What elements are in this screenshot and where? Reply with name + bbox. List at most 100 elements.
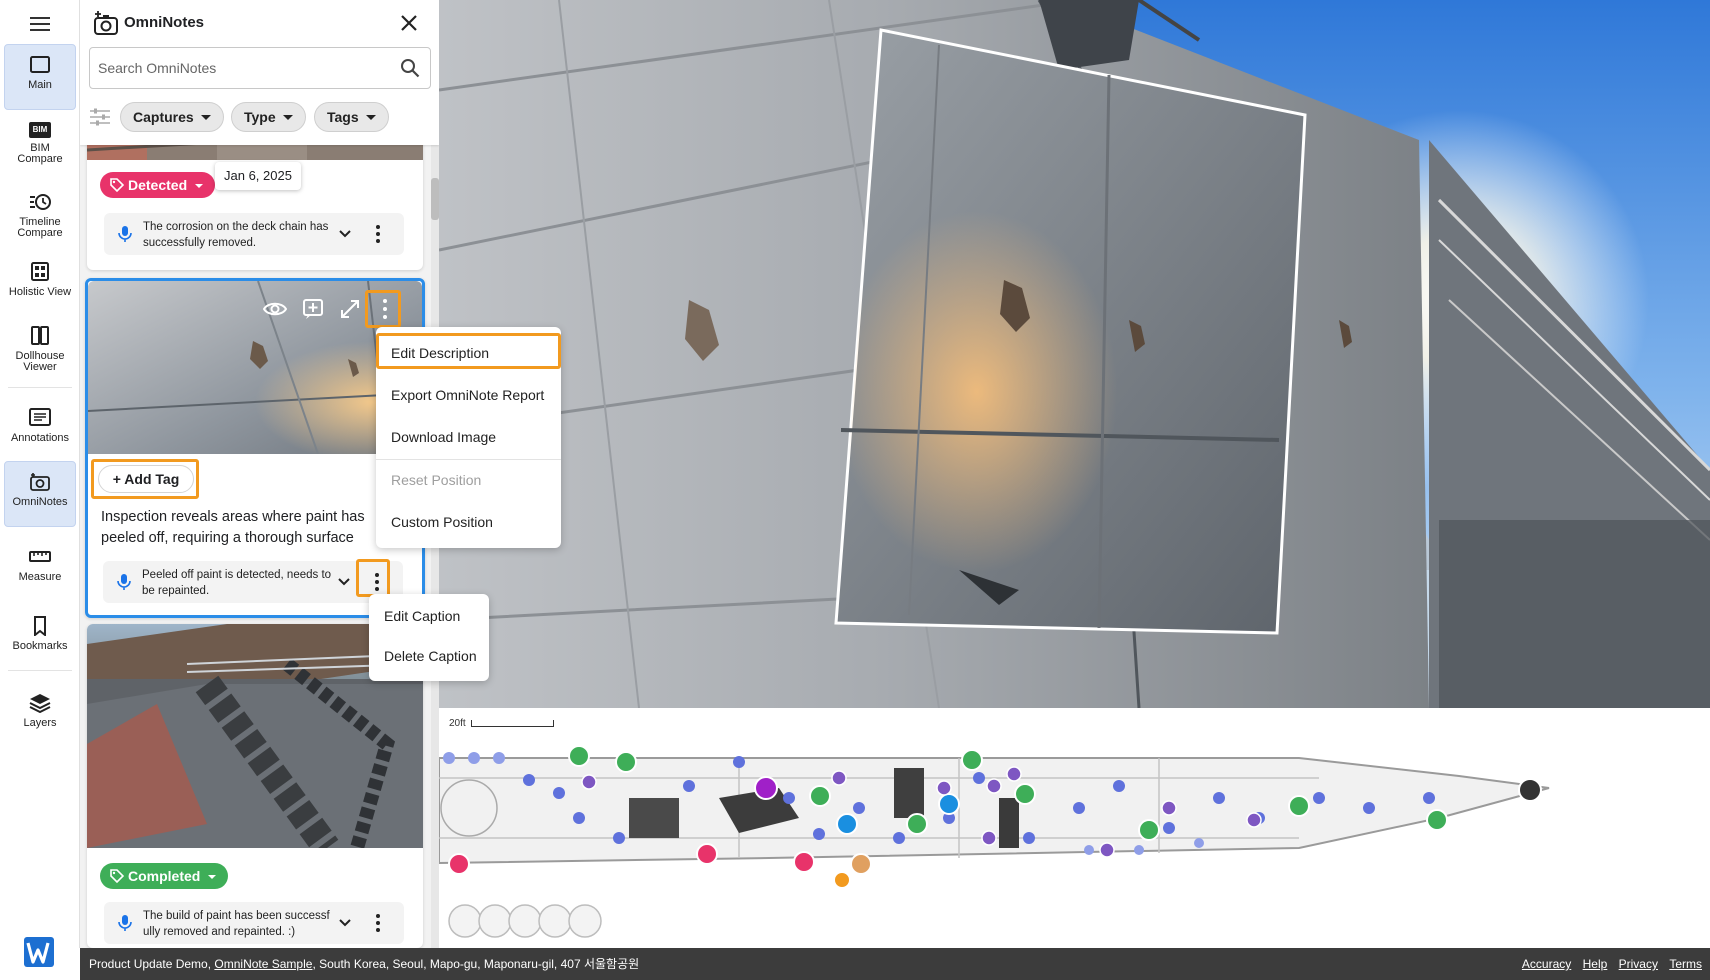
tag-pill-completed[interactable]: Completed: [100, 863, 229, 889]
nav-bookmarks[interactable]: Bookmarks: [4, 606, 76, 660]
menu-item-reset-position: Reset Position: [391, 472, 482, 488]
caret-down-icon: [195, 184, 204, 188]
tag-icon: [110, 869, 124, 883]
filter-chip-captures[interactable]: Captures: [120, 102, 224, 132]
add-note-icon[interactable]: [302, 298, 324, 320]
panorama-image[interactable]: [439, 0, 1710, 708]
tag-pill-detected[interactable]: Detected: [100, 172, 216, 198]
nav-annotations[interactable]: Annotations: [4, 398, 76, 452]
nav-holistic-view[interactable]: Holistic View: [4, 252, 76, 306]
caption-more-button[interactable]: [366, 222, 390, 246]
footer-link-privacy[interactable]: Privacy: [1619, 957, 1658, 971]
nav-layers-label: Layers: [23, 717, 57, 729]
highlight-box: [91, 459, 199, 499]
caret-down-icon: [365, 115, 376, 120]
search-input[interactable]: [98, 48, 388, 88]
filter-sliders-icon[interactable]: [89, 107, 111, 127]
left-nav-rail: Main BIM BIM Compare Timeline Compare Ho…: [0, 0, 80, 948]
highlight-box: [376, 333, 561, 369]
caption-text: The build of paint has been successfully…: [143, 910, 330, 938]
search-icon[interactable]: [400, 58, 420, 78]
nav-measure-label: Measure: [18, 571, 62, 583]
menu-divider: [376, 459, 561, 460]
search-box: [89, 47, 431, 89]
nav-dollhouse-viewer-label: Dollhouse Viewer: [15, 350, 65, 373]
caret-down-icon: [282, 115, 293, 120]
nav-timeline-compare-label: Timeline Compare: [17, 216, 63, 239]
card-description: Inspection reveals areas where paint has…: [101, 507, 371, 551]
omninotes-icon: [30, 473, 50, 491]
nav-bim-compare-label: BIM Compare: [17, 142, 63, 165]
nav-bim-compare[interactable]: BIM BIM Compare: [4, 112, 76, 172]
annotations-icon: [29, 408, 51, 426]
nav-omninotes[interactable]: OmniNotes: [4, 461, 76, 527]
caret-down-icon: [208, 875, 217, 879]
nav-timeline-compare[interactable]: Timeline Compare: [4, 182, 76, 242]
chevron-down-icon[interactable]: [338, 227, 352, 241]
ruler-icon: [29, 551, 51, 562]
tag-icon: [110, 178, 124, 192]
caret-down-icon: [200, 115, 211, 120]
footer-link-accuracy[interactable]: Accuracy: [1522, 957, 1571, 971]
map-microphone-marker-icon[interactable]: [1518, 778, 1542, 802]
menu-item-edit-caption[interactable]: Edit Caption: [369, 598, 489, 634]
nav-main[interactable]: Main: [4, 44, 76, 110]
footer-links: Accuracy Help Privacy Terms: [1514, 948, 1702, 980]
bookmark-icon: [34, 616, 46, 636]
caption-text: The corrosion on the deck chain has succ…: [143, 221, 329, 249]
menu-item-custom-position[interactable]: Custom Position: [376, 504, 561, 540]
footer-sample-link[interactable]: OmniNote Sample: [214, 957, 312, 971]
nav-annotations-label: Annotations: [10, 432, 70, 444]
filter-chip-type[interactable]: Type: [231, 102, 306, 132]
timeline-icon: [30, 194, 51, 210]
footer-location: Product Update Demo, OmniNote Sample, So…: [89, 948, 639, 980]
footer-bar: Product Update Demo, OmniNote Sample, So…: [80, 948, 1710, 980]
footer-link-help[interactable]: Help: [1583, 957, 1608, 971]
collaborator-avatars: [447, 903, 607, 941]
highlight-box: [356, 559, 390, 597]
caption-context-menu: Edit Caption Delete Caption: [369, 594, 489, 681]
ship-floorplan[interactable]: [439, 738, 1710, 908]
panorama-viewer[interactable]: [439, 0, 1710, 708]
nav-dollhouse-viewer[interactable]: Dollhouse Viewer: [4, 316, 76, 376]
brand-logo-icon: [24, 937, 54, 967]
tag-label: Completed: [128, 868, 201, 884]
caption-more-button[interactable]: [366, 911, 390, 935]
caption-box: The corrosion on the deck chain has succ…: [104, 213, 404, 255]
filter-chip-label: Captures: [133, 109, 194, 125]
footer-prefix: Product Update Demo,: [89, 957, 215, 971]
nav-main-label: Main: [28, 79, 52, 91]
nav-omninotes-label: OmniNotes: [12, 496, 68, 508]
microphone-icon: [118, 915, 132, 931]
caption-box: The build of paint has been successfully…: [104, 902, 404, 944]
dollhouse-icon: [31, 326, 49, 345]
scale-bar: [471, 720, 554, 727]
footer-suffix: , South Korea, Seoul, Mapo-gu, Maponaru-…: [312, 957, 640, 971]
menu-item-download-image[interactable]: Download Image: [376, 419, 561, 455]
filter-chip-label: Type: [244, 109, 276, 125]
omninote-card-selected[interactable]: + Add Tag Inspection reveals areas where…: [85, 278, 425, 618]
eye-icon[interactable]: [263, 299, 287, 319]
nav-layers[interactable]: Layers: [4, 683, 76, 737]
highlight-box: [365, 290, 401, 328]
filter-chip-tags[interactable]: Tags: [314, 102, 389, 132]
expand-icon[interactable]: [339, 298, 361, 320]
nav-measure[interactable]: Measure: [4, 537, 76, 591]
chevron-down-icon[interactable]: [338, 916, 352, 930]
panel-header: OmniNotes Captures Type Tags: [80, 0, 439, 145]
square-icon: [30, 56, 50, 73]
omninotes-camera-icon: [94, 11, 118, 35]
layers-icon: [29, 694, 51, 713]
close-icon[interactable]: [398, 12, 420, 34]
rail-divider: [8, 670, 72, 671]
panel-scrollbar-thumb[interactable]: [431, 178, 439, 220]
menu-item-export-report[interactable]: Export OmniNote Report: [376, 377, 561, 413]
chevron-down-icon[interactable]: [337, 575, 351, 589]
rail-divider: [8, 387, 72, 388]
footer-link-terms[interactable]: Terms: [1669, 957, 1702, 971]
menu-item-delete-caption[interactable]: Delete Caption: [369, 638, 489, 674]
filter-chip-label: Tags: [327, 109, 359, 125]
omninote-overlay-image[interactable]: [834, 28, 1307, 635]
floorplan-minimap[interactable]: 20ft: [439, 708, 1710, 948]
hamburger-menu-icon[interactable]: [28, 14, 52, 34]
